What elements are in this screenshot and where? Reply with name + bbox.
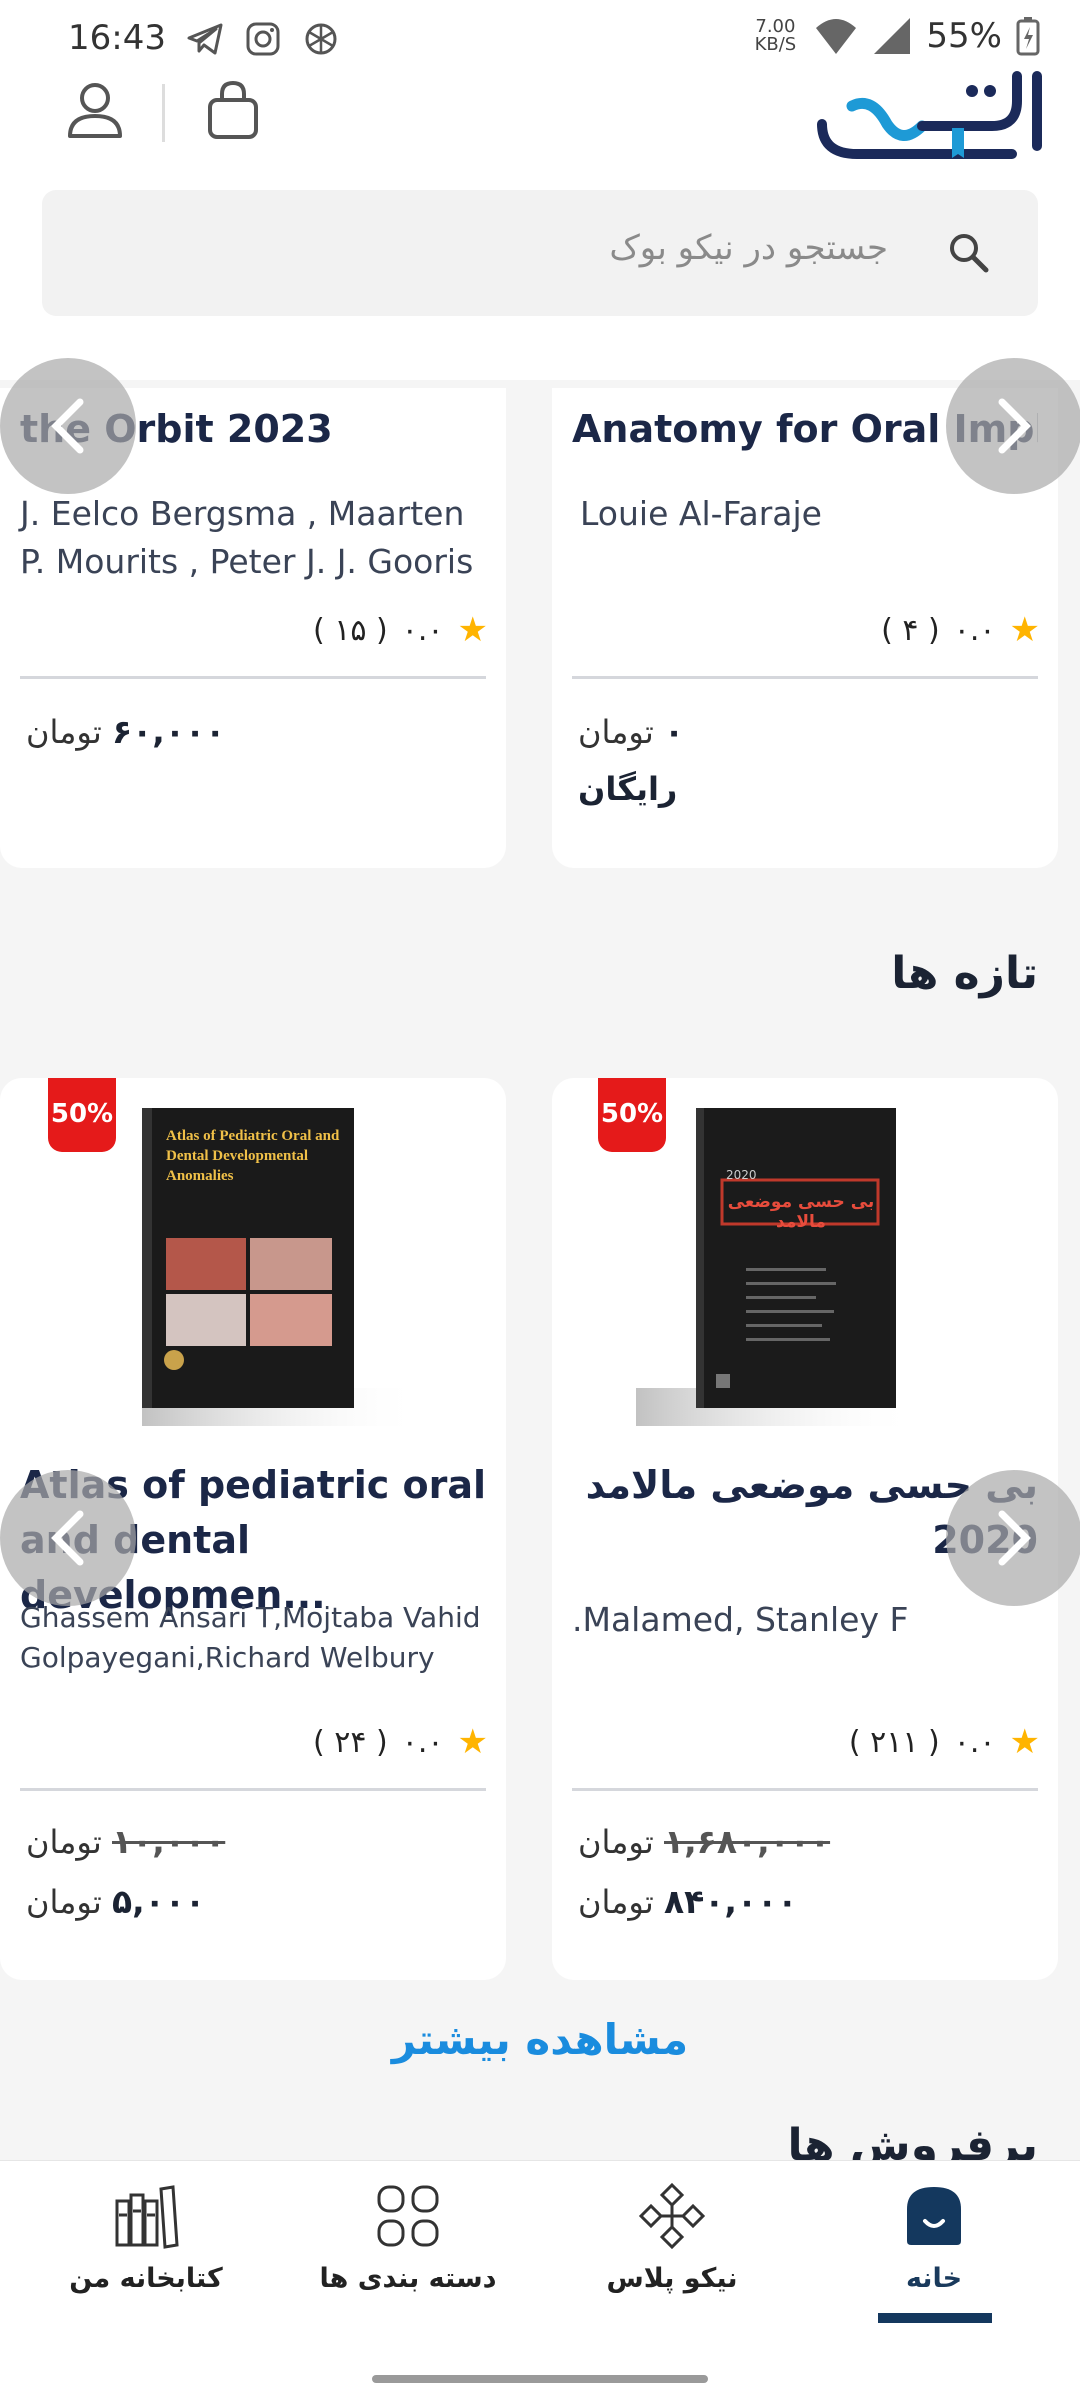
nav-home[interactable]: خانه xyxy=(804,2181,1064,2294)
price-amount: ۶۰,۰۰۰ xyxy=(112,712,226,751)
app-header xyxy=(0,71,1080,190)
price-currency: تومان xyxy=(578,713,654,751)
net-speed-unit: KB/S xyxy=(754,34,797,55)
categories-icon xyxy=(377,2185,439,2247)
book-author: .Malamed, Stanley F xyxy=(572,1600,909,1639)
book-author: Louie Al-Faraje xyxy=(580,494,822,533)
book-author: J. Eelco Bergsma , Maarten P. Mourits , … xyxy=(20,494,474,581)
battery-icon xyxy=(1016,17,1040,56)
old-price-amount: ۱۰,۰۰۰ xyxy=(112,1822,226,1861)
section-title-bestsellers: پرفروش ها xyxy=(787,2120,1039,2160)
user-icon[interactable] xyxy=(66,80,124,140)
gesture-bar xyxy=(372,2375,708,2383)
search-area: جستجو در نیکو بوک xyxy=(0,190,1080,380)
nav-label: نیکو پلاس xyxy=(606,2263,738,2294)
book-rating: ( ۲۴ ) ۰.۰ ★ xyxy=(313,1722,488,1762)
price: ۶۰,۰۰۰ تومان xyxy=(26,712,225,751)
telegram-icon xyxy=(186,20,224,58)
nav-label: خانه xyxy=(905,2263,963,2294)
star-icon: ★ xyxy=(1009,610,1040,650)
wifi-icon xyxy=(816,19,857,54)
price-currency: تومان xyxy=(26,1823,102,1861)
book-rating: ( ۱۵ ) ۰.۰ ★ xyxy=(313,610,488,650)
nikoo-logo xyxy=(817,71,1042,159)
discount-badge: 50% xyxy=(48,1078,116,1152)
nav-label: کتابخانه من xyxy=(69,2263,223,2294)
chevron-left-icon xyxy=(51,1510,84,1566)
rating-value: ۰.۰ xyxy=(953,612,996,648)
star-icon: ★ xyxy=(457,610,488,650)
rating-count: ( ۲۱۱ ) xyxy=(848,1724,940,1760)
plus-icon xyxy=(638,2182,706,2250)
network-speed: 7.00 KB/S xyxy=(750,18,800,54)
cover-title: Atlas of Pediatric Oral and Dental Devel… xyxy=(166,1128,340,1184)
price-currency: تومان xyxy=(578,1883,654,1921)
price-currency: تومان xyxy=(578,1823,654,1861)
book-rating: ( ۲۱۱ ) ۰.۰ ★ xyxy=(849,1722,1040,1762)
header-divider xyxy=(162,84,165,142)
card-divider xyxy=(572,676,1038,679)
book-cover: 2020 بی حسی موضعی مالامد xyxy=(636,1098,936,1428)
free-label: رایگان xyxy=(578,770,678,808)
nav-my-library[interactable]: کتابخانه من xyxy=(16,2181,276,2294)
nav-label: دسته بندی ها xyxy=(319,2263,497,2294)
rating-count: ( ۲۴ ) xyxy=(313,1724,388,1760)
card-divider xyxy=(572,1788,1038,1791)
status-time: 16:43 xyxy=(68,18,166,58)
price-amount: ۰ xyxy=(664,712,685,751)
carousel-next-button[interactable] xyxy=(946,358,1080,494)
nav-nikoo-plus[interactable]: نیکو پلاس xyxy=(542,2181,802,2294)
rating-value: ۰.۰ xyxy=(953,1724,996,1760)
card-divider xyxy=(20,1788,486,1791)
cover-title: بی حسی موضعی مالامد xyxy=(727,1192,875,1232)
notification-icons xyxy=(186,20,340,58)
cover-year: 2020 xyxy=(726,1168,757,1182)
card-divider xyxy=(20,676,486,679)
book-cover: Atlas of Pediatric Oral and Dental Devel… xyxy=(124,1098,424,1428)
rating-value: ۰.۰ xyxy=(401,612,444,648)
star-icon: ★ xyxy=(1009,1722,1040,1762)
chevron-left-icon xyxy=(51,398,84,454)
old-price: ۱۰,۰۰۰ تومان xyxy=(26,1822,225,1861)
status-right: 7.00 KB/S 55% xyxy=(750,16,1040,56)
see-more-link[interactable]: مشاهده بیشتر xyxy=(0,2015,1080,2064)
new-price: ۸۴۰,۰۰۰ تومان xyxy=(578,1882,797,1921)
section-title-new: تازه ها xyxy=(891,948,1038,999)
active-tab-indicator xyxy=(878,2313,992,2323)
old-price: ۱,۶۸۰,۰۰۰ تومان xyxy=(578,1822,830,1861)
bottom-nav: کتابخانه من دسته بندی ها نیکو پلاس خانه xyxy=(0,2160,1080,2400)
rating-value: ۰.۰ xyxy=(401,1724,444,1760)
rating-count: ( ۱۵ ) xyxy=(313,612,388,648)
search-icon[interactable] xyxy=(946,230,990,274)
rating-count: ( ۴ ) xyxy=(881,612,940,648)
signal-icon xyxy=(874,18,911,54)
instagram-icon xyxy=(244,20,282,58)
price-currency: تومان xyxy=(26,1883,102,1921)
price: ۰ تومان xyxy=(578,712,684,751)
books-icon xyxy=(115,2185,179,2249)
shopping-bag-icon[interactable] xyxy=(205,80,261,140)
carousel-prev-button[interactable] xyxy=(0,1470,136,1606)
chevron-right-icon xyxy=(998,398,1031,454)
new-price: ۵,۰۰۰ تومان xyxy=(26,1882,205,1921)
search-placeholder: جستجو در نیکو بوک xyxy=(609,228,888,268)
book-author: Ghassem Ansari T,Mojtaba Vahid Golpayega… xyxy=(20,1601,481,1674)
chatgpt-icon xyxy=(302,20,340,58)
new-price-amount: ۵,۰۰۰ xyxy=(112,1882,206,1921)
carousel-next-button[interactable] xyxy=(946,1470,1080,1606)
new-price-amount: ۸۴۰,۰۰۰ xyxy=(664,1882,798,1921)
price-currency: تومان xyxy=(26,713,102,751)
chevron-right-icon xyxy=(998,1510,1031,1566)
carousel-prev-button[interactable] xyxy=(0,358,136,494)
nav-categories[interactable]: دسته بندی ها xyxy=(278,2181,538,2294)
book-rating: ( ۴ ) ۰.۰ ★ xyxy=(881,610,1040,650)
home-icon xyxy=(907,2187,961,2245)
battery-percent: 55% xyxy=(926,16,1002,56)
search-input[interactable]: جستجو در نیکو بوک xyxy=(42,190,1038,316)
star-icon: ★ xyxy=(457,1722,488,1762)
old-price-amount: ۱,۶۸۰,۰۰۰ xyxy=(664,1822,831,1861)
